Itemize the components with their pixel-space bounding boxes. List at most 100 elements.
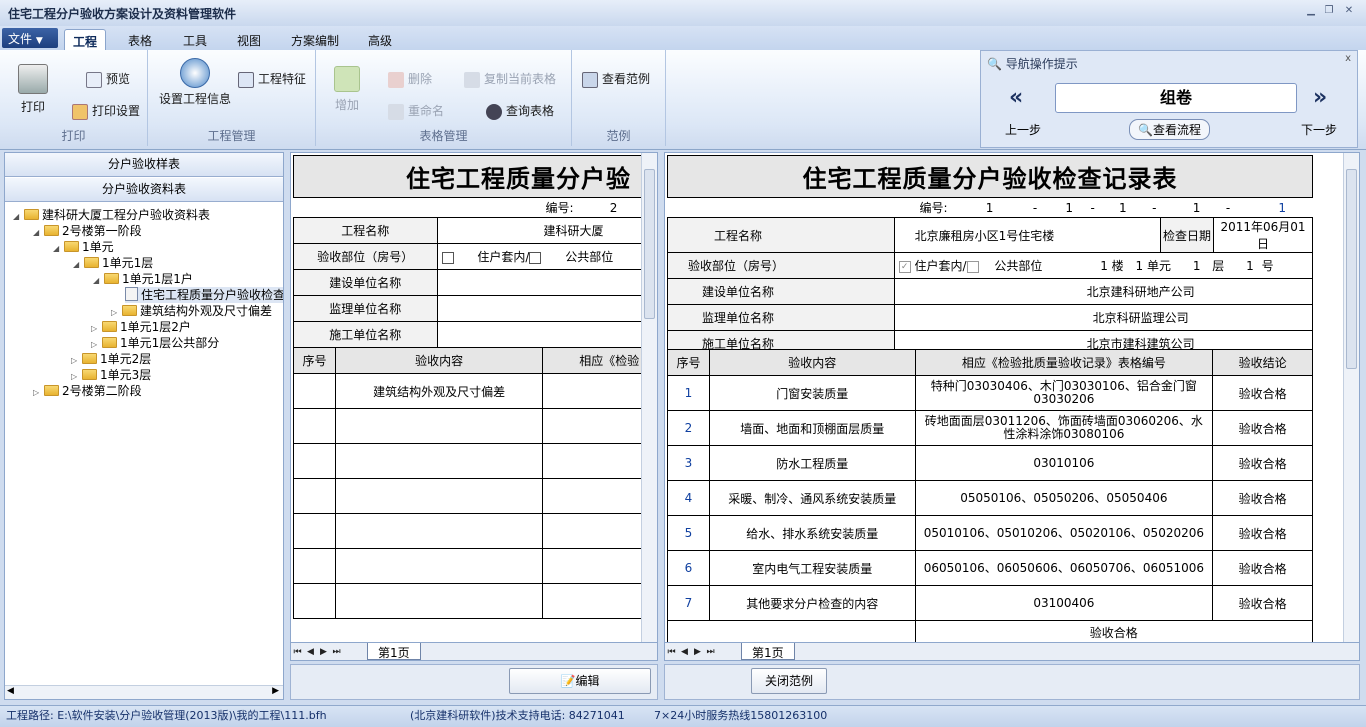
scroll-thumb[interactable] [1346, 169, 1357, 369]
minimize-icon[interactable]: ▁ [1304, 4, 1318, 18]
close-window-icon[interactable]: ✕ [1342, 4, 1356, 18]
print-setup-icon [72, 103, 88, 120]
edit-no-label: 编号: [545, 201, 574, 215]
add-button[interactable]: 增加 [332, 66, 362, 113]
tree-node-inspection-record[interactable]: 住宅工程质量分户验收检查 [125, 287, 283, 303]
tree-hscrollbar[interactable]: ◀ ▶ [5, 685, 283, 699]
tree-node-household2[interactable]: ▷ 1单元1层2户 [91, 319, 191, 335]
last-sheet-icon[interactable]: ⏭ [704, 647, 717, 660]
tree-node-unit1[interactable]: ◢ 1单元 [53, 239, 114, 255]
tree-label: 1单元1层2户 [120, 320, 191, 334]
tree-node-household1[interactable]: ◢ 1单元1层1户 [93, 271, 193, 287]
samples-button[interactable]: 分户验收样表 [5, 153, 283, 177]
print-button[interactable]: 打印 [14, 64, 52, 115]
nav-close-icon[interactable]: x [1345, 53, 1351, 64]
tree-node-stage1[interactable]: ◢ 2号楼第一阶段 [33, 223, 142, 239]
prev-sheet-icon[interactable]: ◀ [304, 647, 317, 660]
copy-table-button[interactable]: 复制当前表格 [464, 70, 556, 88]
tab-advanced[interactable]: 高级 [360, 29, 400, 50]
edit-no-value[interactable]: 2 [577, 201, 618, 215]
copy-table-label: 复制当前表格 [484, 72, 557, 86]
sample-row-result: 验收合格 [1212, 550, 1313, 586]
last-sheet-icon[interactable]: ⏭ [330, 647, 343, 660]
edit-constructor-value[interactable] [436, 321, 657, 348]
tree-node-floor2[interactable]: ▷ 1单元2层 [71, 351, 151, 367]
info-icon [180, 58, 210, 88]
add-label: 增加 [334, 98, 359, 112]
tree-node-structure[interactable]: ▷ 建筑结构外观及尺寸偏差 [111, 303, 272, 319]
sample-row-result: 验收合格 [1212, 375, 1313, 411]
project-info-button[interactable]: 设置工程信息 [156, 58, 234, 106]
prev-sheet-icon[interactable]: ◀ [678, 647, 691, 660]
scroll-left-icon[interactable]: ◀ [7, 686, 14, 696]
next-arrow-icon[interactable]: » [1313, 85, 1327, 110]
next-sheet-icon[interactable]: ▶ [317, 647, 330, 660]
tree-node-public[interactable]: ▷ 1单元1层公共部分 [91, 335, 219, 351]
tree-label: 1单元 [82, 240, 114, 254]
first-sheet-icon[interactable]: ⏮ [665, 647, 678, 660]
view-flow-button[interactable]: 🔍查看流程 [1129, 119, 1210, 140]
edit-project-name-value[interactable]: 建科研大厦 [436, 217, 657, 244]
edit-supervisor-value[interactable] [436, 295, 657, 322]
project-feature-button[interactable]: 工程特征 [238, 70, 306, 88]
group-print-label: 打印 [61, 129, 86, 143]
sample-vscrollbar[interactable] [1343, 153, 1359, 643]
folder-icon [104, 273, 119, 284]
sample-items-table: 序号 验收内容 相应《检验批质量验收记录》表格编号 验收结论 1 门窗安装质量 特种门03… [667, 349, 1314, 645]
tab-tools[interactable]: 工具 [175, 29, 215, 50]
document-icon [125, 287, 138, 301]
no-sep: - [1032, 201, 1038, 215]
sample-table-row: 3 防水工程质量 03010106 验收合格 [667, 445, 1313, 481]
edit-row1-content[interactable]: 建筑结构外观及尺寸偏差 [334, 373, 544, 409]
scroll-thumb[interactable] [644, 169, 655, 319]
tree-label: 建科研大厦工程分户验收资料表 [42, 208, 211, 222]
edit-vscrollbar[interactable] [641, 153, 657, 643]
expand-icon: ▷ [33, 388, 40, 397]
folder-icon [84, 257, 99, 268]
next-step-button[interactable]: 下一步 [1301, 121, 1337, 138]
folder-icon [102, 321, 117, 332]
tab-plan[interactable]: 方案编制 [283, 29, 347, 50]
sample-sheet-tab-1[interactable]: 第1页 [741, 643, 795, 660]
tree-node-root[interactable]: ◢ 建科研大厦工程分户验收资料表 [13, 207, 210, 223]
data-tables-button[interactable]: 分户验收资料表 [5, 178, 283, 202]
folder-icon [44, 385, 59, 396]
tree-node-floor1[interactable]: ◢ 1单元1层 [73, 255, 153, 271]
tree-node-floor3[interactable]: ▷ 1单元3层 [71, 367, 151, 383]
prev-step-button[interactable]: 上一步 [1005, 121, 1041, 138]
sample-sheet-tabbar: ⏮ ◀ ▶ ⏭ 第1页 [665, 642, 1359, 660]
status-path: 工程路径: E:\软件安装\分户验收管理(2013版)\我的工程\111.bfh [6, 709, 327, 722]
edit-sheet-tab-1[interactable]: 第1页 [367, 643, 421, 660]
delete-button[interactable]: 删除 [388, 70, 432, 88]
sample-room-label: 号 [1261, 259, 1274, 273]
tree-label: 2号楼第二阶段 [62, 384, 142, 398]
edit-constructor-label: 施工单位名称 [293, 321, 438, 348]
view-sample-button[interactable]: 查看范例 [582, 70, 650, 88]
print-setup-button[interactable]: 打印设置 [72, 102, 140, 120]
household-checkbox[interactable] [441, 251, 454, 264]
tree-label: 住宅工程质量分户验收检查 [141, 288, 283, 302]
file-menu-button[interactable]: 文件 ▼ [2, 28, 58, 48]
public-checkbox[interactable] [529, 251, 542, 264]
tree-node-stage2[interactable]: ▷ 2号楼第二阶段 [33, 383, 142, 399]
sample-date-label: 检查日期 [1159, 217, 1214, 253]
sample-row-ref: 05010106、05010206、05020106、05020206 [914, 515, 1214, 551]
rename-button[interactable]: 重命名 [388, 102, 444, 120]
tab-project[interactable]: 工程 [64, 29, 107, 50]
edit-label: 编辑 [575, 674, 600, 688]
tab-view[interactable]: 视图 [229, 29, 269, 50]
next-sheet-icon[interactable]: ▶ [691, 647, 704, 660]
edit-button[interactable]: 📝编辑 [509, 668, 651, 694]
sample-row-seq: 3 [667, 445, 710, 481]
tab-table[interactable]: 表格 [120, 29, 160, 50]
edit-builder-value[interactable] [436, 269, 657, 296]
close-sample-button[interactable]: 关闭范例 [751, 668, 827, 694]
query-table-button[interactable]: 查询表格 [486, 102, 554, 120]
scroll-right-icon[interactable]: ▶ [272, 686, 279, 696]
sample-building-label: 楼 [1111, 259, 1124, 273]
sample-col-ref: 相应《检验批质量验收记录》表格编号 [914, 349, 1214, 376]
preview-button[interactable]: 预览 [86, 70, 130, 88]
restore-icon[interactable]: ❐ [1322, 4, 1336, 18]
prev-arrow-icon[interactable]: « [1009, 85, 1023, 110]
first-sheet-icon[interactable]: ⏮ [291, 647, 304, 660]
